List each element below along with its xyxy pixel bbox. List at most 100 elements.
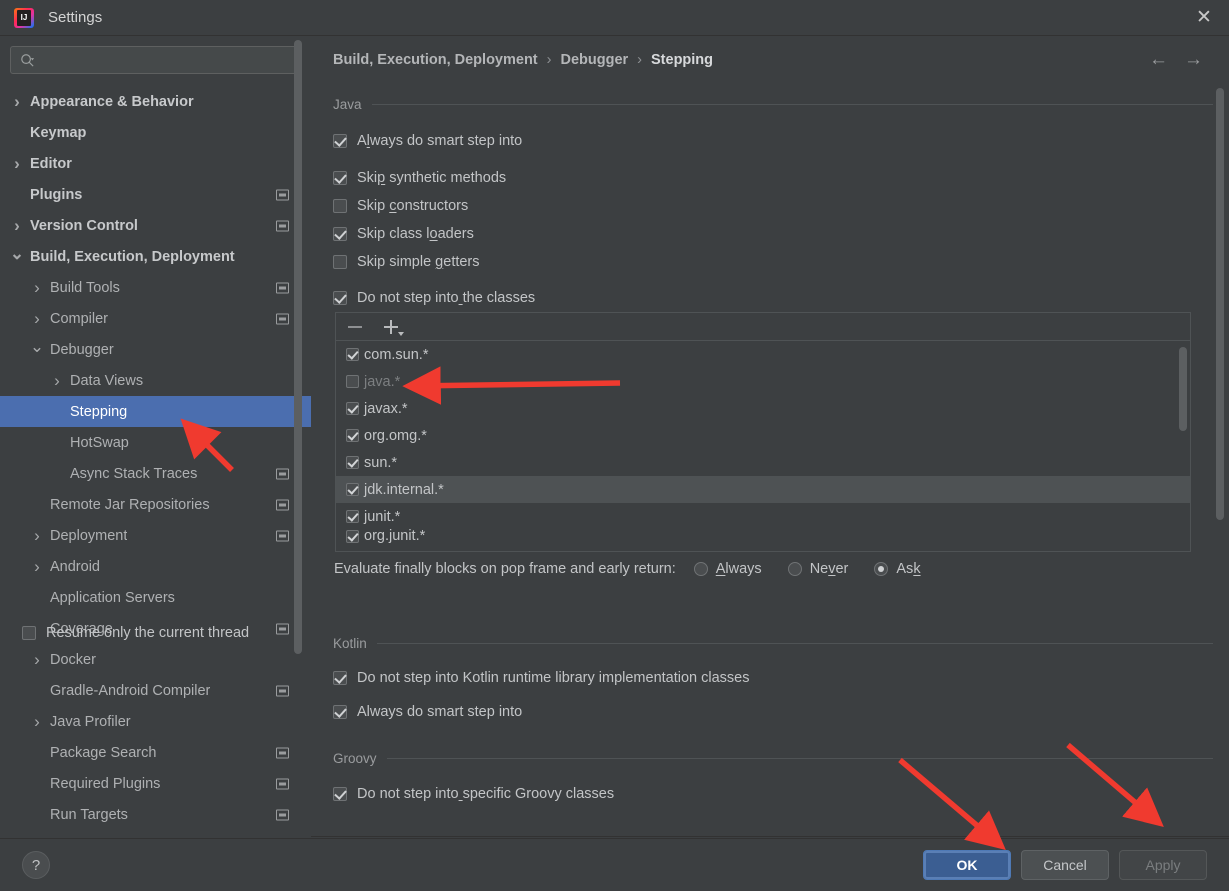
close-icon[interactable]: ✕ <box>1179 0 1229 35</box>
checkbox-row-do-not-step-into-kotlin-runtime-library-implementation-classes[interactable]: Do not step into Kotlin runtime library … <box>333 670 749 686</box>
class-list-checkbox[interactable] <box>346 510 359 523</box>
class-list-item[interactable]: javax.* <box>336 395 1190 422</box>
checkbox-row-skip-synthetic-methods[interactable]: Skip synthetic methods <box>333 170 506 186</box>
chevron-right-icon[interactable]: › <box>10 216 24 235</box>
class-list-item[interactable]: java.* <box>336 368 1190 395</box>
chevron-down-icon[interactable]: ⌄ <box>30 337 44 356</box>
checkbox-row-do-not-step-into-specific-groovy-classes[interactable]: Do not step into specific Groovy classes <box>333 786 614 802</box>
radio-ask[interactable] <box>874 562 889 576</box>
apply-button: Apply <box>1119 850 1207 880</box>
sidebar-item-hotswap[interactable]: HotSwap <box>0 427 311 458</box>
chevron-right-icon[interactable]: › <box>30 526 44 545</box>
class-list-item[interactable]: sun.* <box>336 449 1190 476</box>
radio-always[interactable] <box>693 562 708 576</box>
chevron-right-icon[interactable]: › <box>30 712 44 731</box>
sidebar-item-gradle-android-compiler[interactable]: Gradle-Android Compiler <box>0 675 311 706</box>
cancel-button[interactable]: Cancel <box>1021 850 1109 880</box>
radio-option-ask[interactable]: Ask <box>874 561 921 577</box>
sidebar-item-build-execution-deployment[interactable]: ⌄ Build, Execution, Deployment <box>0 241 311 272</box>
resume-only-current-thread-row[interactable]: Resume only the current thread <box>22 625 249 641</box>
checkbox-do-not-step-into-the-classes[interactable] <box>333 291 347 305</box>
checkbox-do-not-step-into-specific-groovy-classes[interactable] <box>333 787 347 801</box>
breadcrumb-mid[interactable]: Debugger <box>560 52 628 68</box>
do-not-step-into-classes-list: com.sun.* java.* javax.* org.omg.* sun.* jdk.… <box>335 312 1191 552</box>
checkbox-always-do-smart-step-into[interactable] <box>333 705 347 719</box>
resume-only-current-thread-checkbox[interactable] <box>22 626 36 640</box>
sidebar-item-android[interactable]: › Android <box>0 551 311 582</box>
sidebar-item-compiler[interactable]: › Compiler <box>0 303 311 334</box>
checkbox-row-skip-simple-getters[interactable]: Skip simple getters <box>333 254 480 270</box>
class-list-checkbox[interactable] <box>346 348 359 361</box>
class-list-item[interactable]: junit.* <box>336 503 1190 530</box>
radio-never[interactable] <box>787 562 802 576</box>
sidebar-item-run-targets[interactable]: Run Targets <box>0 799 311 830</box>
content-scrollbar[interactable] <box>1216 88 1224 520</box>
sidebar-item-label: Build Tools <box>50 279 120 296</box>
class-list-checkbox[interactable] <box>346 483 359 496</box>
checkbox-do-not-step-into-kotlin-runtime-library-implementation-classes[interactable] <box>333 671 347 685</box>
chevron-right-icon[interactable]: › <box>30 278 44 297</box>
sidebar-item-async-stack-traces[interactable]: Async Stack Traces <box>0 458 311 489</box>
sidebar-item-build-tools[interactable]: › Build Tools <box>0 272 311 303</box>
help-icon[interactable]: ? <box>22 851 50 879</box>
class-list-scrollbar[interactable] <box>1179 347 1187 431</box>
sidebar-item-debugger[interactable]: ⌄ Debugger <box>0 334 311 365</box>
ok-button[interactable]: OK <box>923 850 1011 880</box>
sidebar-item-version-control[interactable]: › Version Control <box>0 210 311 241</box>
sidebar-item-deployment[interactable]: › Deployment <box>0 520 311 551</box>
class-list-item[interactable]: org.junit.* <box>336 528 1190 544</box>
sidebar-item-application-servers[interactable]: Application Servers <box>0 582 311 613</box>
radio-option-always[interactable]: Always <box>693 561 762 577</box>
class-list-item[interactable]: jdk.internal.* <box>336 476 1190 503</box>
arrow-right-icon[interactable]: → <box>1184 50 1203 69</box>
radio-label: Always <box>715 561 762 577</box>
search-input[interactable] <box>35 51 300 69</box>
sidebar-item-keymap[interactable]: Keymap <box>0 117 311 148</box>
sidebar-item-docker[interactable]: › Docker <box>0 644 311 675</box>
checkbox-skip-class-loaders[interactable] <box>333 227 347 241</box>
class-list-checkbox[interactable] <box>346 529 359 543</box>
checkbox-row-always-do-smart-step-into[interactable]: Always do smart step into <box>333 133 522 149</box>
class-list-checkbox[interactable] <box>346 402 359 415</box>
sidebar-item-editor[interactable]: › Editor <box>0 148 311 179</box>
checkbox-row-skip-class-loaders[interactable]: Skip class loaders <box>333 226 474 242</box>
checkbox-skip-synthetic-methods[interactable] <box>333 171 347 185</box>
checkbox-skip-constructors[interactable] <box>333 199 347 213</box>
sidebar-item-plugins[interactable]: Plugins <box>0 179 311 210</box>
class-list-checkbox[interactable] <box>346 429 359 442</box>
chevron-down-icon[interactable]: ⌄ <box>10 244 24 263</box>
chevron-right-icon[interactable]: › <box>30 650 44 669</box>
breadcrumb-root[interactable]: Build, Execution, Deployment <box>333 52 538 68</box>
class-list-checkbox[interactable] <box>346 375 359 388</box>
radio-option-never[interactable]: Never <box>787 561 848 577</box>
sidebar-scrollbar[interactable] <box>294 40 302 654</box>
checkbox-row-always-do-smart-step-into[interactable]: Always do smart step into <box>333 704 522 720</box>
sidebar-item-stepping[interactable]: Stepping <box>0 396 311 427</box>
checkbox-row-skip-constructors[interactable]: Skip constructors <box>333 198 468 214</box>
checkbox-row-do-not-step-into-the-classes[interactable]: Do not step into the classes <box>333 290 535 306</box>
sidebar-item-required-plugins[interactable]: Required Plugins <box>0 768 311 799</box>
chevron-right-icon[interactable]: › <box>30 557 44 576</box>
chevron-right-icon[interactable]: › <box>10 92 24 111</box>
arrow-left-icon[interactable]: ← <box>1149 50 1168 69</box>
checkbox-label: Do not step into specific Groovy classes <box>357 786 615 802</box>
sidebar-item-java-profiler[interactable]: › Java Profiler <box>0 706 311 737</box>
plus-dropdown-icon[interactable] <box>384 319 404 336</box>
dialog-footer: ? OK Cancel Apply <box>0 838 1229 891</box>
class-list-item[interactable]: org.omg.* <box>336 422 1190 449</box>
sidebar-item-label: Data Views <box>70 372 144 389</box>
search-box[interactable] <box>10 46 301 74</box>
chevron-right-icon[interactable]: › <box>50 371 64 390</box>
class-list-item[interactable]: com.sun.* <box>336 341 1190 368</box>
checkbox-always-do-smart-step-into[interactable] <box>333 134 347 148</box>
checkbox-skip-simple-getters[interactable] <box>333 255 347 269</box>
sidebar-item-package-search[interactable]: Package Search <box>0 737 311 768</box>
class-list-checkbox[interactable] <box>346 456 359 469</box>
sidebar-item-appearance-behavior[interactable]: › Appearance & Behavior <box>0 86 311 117</box>
chevron-right-icon[interactable]: › <box>10 154 24 173</box>
minus-icon[interactable] <box>348 325 362 328</box>
sidebar-item-remote-jar-repositories[interactable]: Remote Jar Repositories <box>0 489 311 520</box>
sidebar-item-data-views[interactable]: › Data Views <box>0 365 311 396</box>
class-list-label: org.junit.* <box>364 528 426 544</box>
chevron-right-icon[interactable]: › <box>30 309 44 328</box>
